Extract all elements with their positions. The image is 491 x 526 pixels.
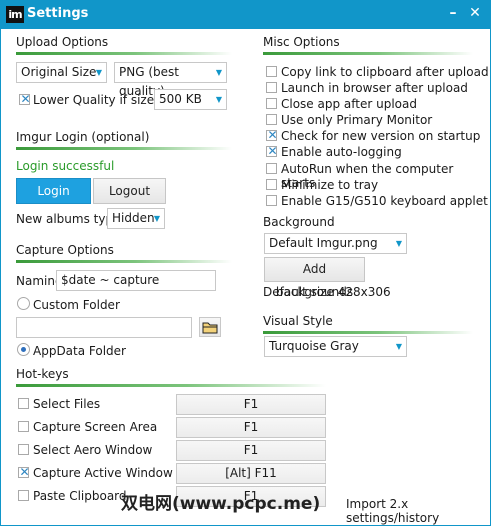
background-value: Default Imgur.png: [269, 236, 378, 250]
chevron-down-icon: ▼: [395, 342, 402, 351]
size-threshold-value: 500 KB: [159, 92, 202, 106]
title-bar: im Settings – ✕: [0, 0, 491, 29]
misc-minimize-tray-checkbox[interactable]: [266, 179, 277, 190]
background-select[interactable]: Default Imgur.png ▼: [264, 233, 407, 254]
visual-style-underline: [263, 331, 473, 334]
hotkey-select-files-key[interactable]: F1: [176, 394, 326, 415]
window-title: Settings: [27, 6, 89, 21]
watermark-text: 双电网(www.pcpc.me): [121, 494, 321, 514]
chevron-down-icon: ▼: [95, 68, 102, 77]
image-format-select[interactable]: PNG (best quality) ▼: [114, 62, 227, 98]
misc-launch-browser-checkbox[interactable]: [266, 82, 277, 93]
hotkeys-title: Hot-keys: [16, 367, 69, 381]
hotkey-aero-window-key[interactable]: F1: [176, 440, 326, 461]
misc-auto-logging-checkbox[interactable]: ✕: [266, 144, 278, 158]
browse-folder-button[interactable]: [199, 317, 221, 337]
misc-copy-link-label: Copy link to clipboard after upload: [281, 65, 489, 79]
misc-close-app-label: Close app after upload: [281, 97, 417, 111]
background-size-text: Default size 428x306: [263, 285, 391, 299]
image-size-select[interactable]: Original Size ▼: [16, 62, 107, 83]
albums-type-select[interactable]: Hidden ▼: [107, 208, 165, 229]
hotkey-aero-window-checkbox[interactable]: [18, 444, 29, 455]
folder-icon: [202, 322, 218, 334]
chevron-down-icon: ▼: [215, 95, 222, 104]
misc-auto-logging-label: Enable auto-logging: [281, 145, 402, 159]
hotkey-capture-area-key[interactable]: F1: [176, 417, 326, 438]
misc-options-title: Misc Options: [263, 35, 340, 49]
misc-copy-link-checkbox[interactable]: [266, 66, 277, 77]
visual-style-value: Turquoise Gray: [269, 339, 359, 353]
login-status: Login successful: [16, 159, 115, 173]
misc-primary-monitor-checkbox[interactable]: [266, 114, 277, 125]
upload-options-title: Upload Options: [16, 35, 109, 49]
close-icon[interactable]: ✕: [466, 4, 484, 22]
image-size-value: Original Size: [21, 65, 97, 79]
radio-selected-icon: [21, 347, 26, 352]
hotkey-paste-clipboard-label: Paste Clipboard: [33, 489, 127, 503]
upload-options-underline: [16, 52, 232, 55]
chevron-down-icon: ▼: [153, 214, 160, 223]
add-backgrounds-button[interactable]: Add backgrounds: [264, 257, 365, 299]
logout-button[interactable]: Logout: [93, 178, 166, 204]
misc-check-version-label: Check for new version on startup: [281, 129, 481, 143]
check-icon: ✕: [20, 92, 31, 106]
albums-type-value: Hidden: [112, 211, 155, 225]
chevron-down-icon: ▼: [395, 239, 402, 248]
chevron-down-icon: ▼: [215, 68, 222, 77]
custom-folder-field[interactable]: [16, 317, 192, 338]
lower-quality-checkbox[interactable]: ✕: [19, 92, 31, 106]
misc-close-app-checkbox[interactable]: [266, 98, 277, 109]
misc-launch-browser-label: Launch in browser after upload: [281, 81, 468, 95]
size-threshold-select[interactable]: 500 KB ▼: [154, 89, 227, 110]
hotkey-active-window-key[interactable]: [Alt] F11: [176, 463, 326, 484]
check-icon: ✕: [267, 144, 278, 158]
hotkey-aero-window-label: Select Aero Window: [33, 443, 153, 457]
hotkey-capture-area-checkbox[interactable]: [18, 421, 29, 432]
misc-keyboard-applet-checkbox[interactable]: [266, 195, 277, 206]
custom-folder-radio[interactable]: [17, 297, 30, 310]
naming-field[interactable]: $date ~ capture: [56, 270, 216, 291]
hotkey-select-files-label: Select Files: [33, 397, 101, 411]
hotkeys-underline: [16, 384, 326, 387]
lower-quality-label: Lower Quality if size >: [33, 93, 168, 107]
hotkey-active-window-checkbox[interactable]: ✕: [18, 465, 30, 479]
minimize-icon[interactable]: –: [444, 4, 462, 22]
custom-folder-label: Custom Folder: [33, 298, 120, 312]
misc-options-underline: [263, 52, 473, 55]
misc-check-version-checkbox[interactable]: ✕: [266, 128, 278, 142]
capture-options-title: Capture Options: [16, 243, 114, 257]
login-button[interactable]: Login: [16, 178, 91, 204]
check-icon: ✕: [267, 128, 278, 142]
import-settings-link[interactable]: Import 2.x settings/history: [346, 497, 491, 525]
misc-autorun-checkbox[interactable]: [266, 163, 277, 174]
appdata-folder-label: AppData Folder: [33, 344, 126, 358]
capture-options-underline: [16, 260, 232, 263]
misc-primary-monitor-label: Use only Primary Monitor: [281, 113, 433, 127]
misc-keyboard-applet-label: Enable G15/G510 keyboard applet: [281, 194, 488, 208]
misc-minimize-tray-label: Minimize to tray: [281, 178, 379, 192]
hotkey-capture-area-label: Capture Screen Area: [33, 420, 158, 434]
hotkey-paste-clipboard-checkbox[interactable]: [18, 490, 29, 501]
imgur-login-title: Imgur Login (optional): [16, 130, 150, 144]
imgur-login-underline: [16, 147, 232, 150]
appdata-folder-radio[interactable]: [17, 343, 30, 356]
visual-style-select[interactable]: Turquoise Gray ▼: [264, 336, 407, 357]
hotkey-select-files-checkbox[interactable]: [18, 398, 29, 409]
background-title: Background: [263, 215, 335, 229]
visual-style-title: Visual Style: [263, 314, 333, 328]
hotkey-active-window-label: Capture Active Window: [33, 466, 173, 480]
check-icon: ✕: [19, 465, 30, 479]
app-logo-icon: im: [6, 6, 24, 23]
